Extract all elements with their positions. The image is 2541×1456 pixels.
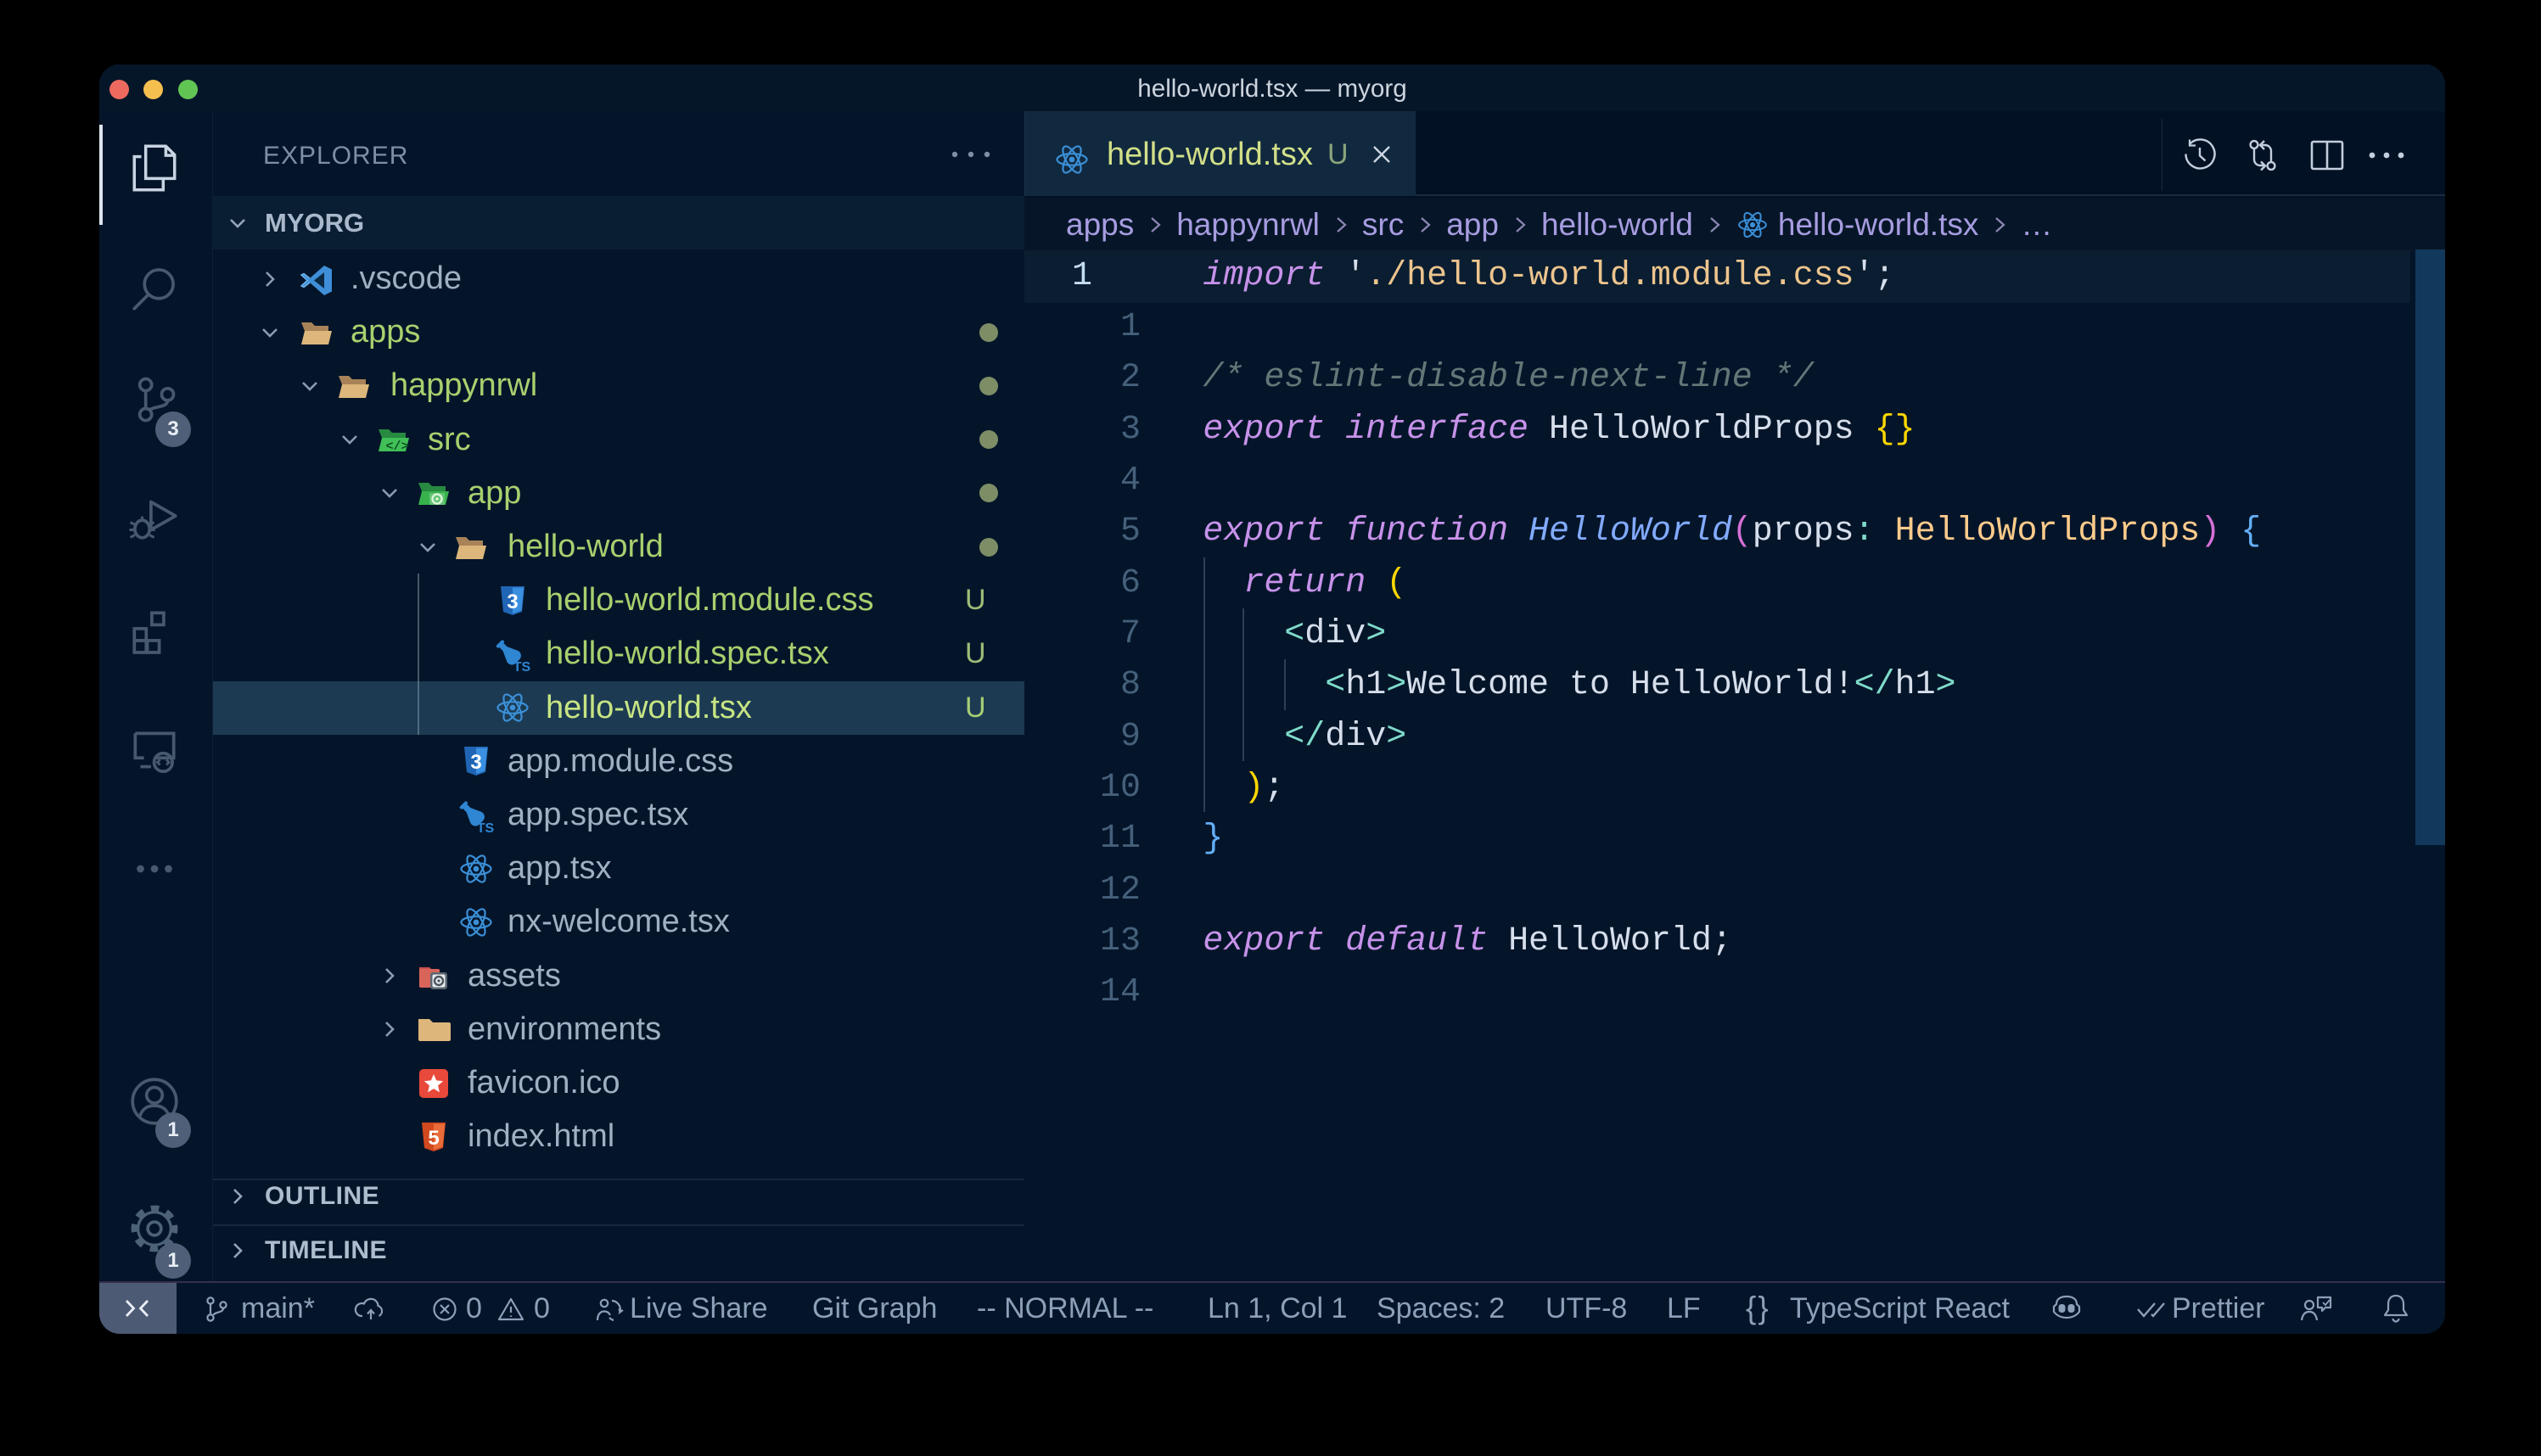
svg-text:TS: TS (513, 660, 531, 673)
svg-text:3: 3 (507, 591, 518, 613)
svg-text:3: 3 (470, 751, 481, 774)
svg-text:5: 5 (428, 1127, 439, 1150)
svg-text:TS: TS (477, 821, 495, 834)
svg-text:</>: </> (385, 440, 408, 454)
